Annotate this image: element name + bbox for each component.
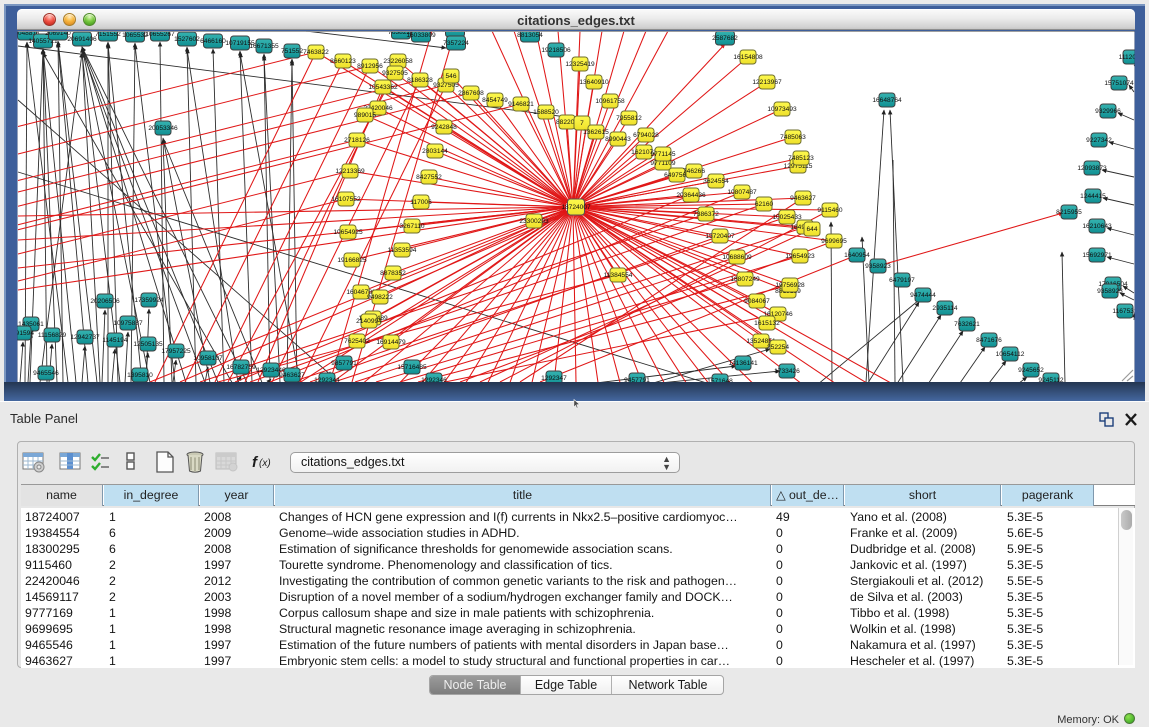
- svg-text:(x): (x): [259, 458, 271, 469]
- svg-text:f: f: [252, 454, 259, 471]
